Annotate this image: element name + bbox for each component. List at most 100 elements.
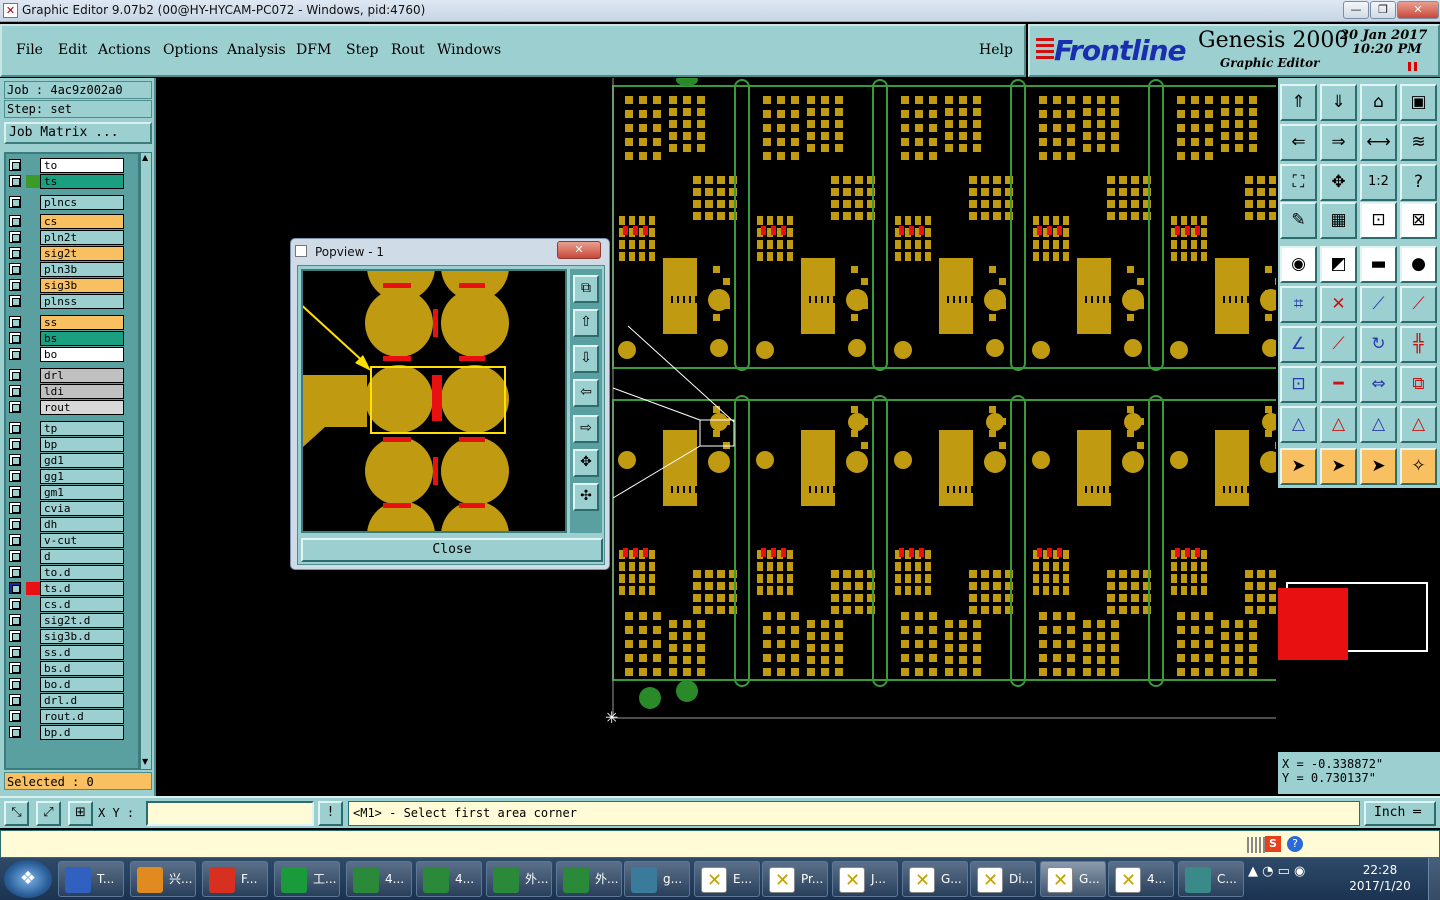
layer-color-swatch[interactable] bbox=[26, 598, 40, 611]
layer-checkbox[interactable] bbox=[9, 534, 21, 546]
layer-list-scrollbar[interactable]: ▲ ▼ bbox=[140, 152, 152, 770]
grid-tool-icon[interactable]: ▦ bbox=[1320, 202, 1357, 239]
triangle-icon[interactable]: △ bbox=[1280, 406, 1317, 443]
layer-name[interactable]: ss.d bbox=[40, 645, 124, 660]
layer-name[interactable]: sig2t.d bbox=[40, 613, 124, 628]
disconnect-icon[interactable]: ⊠ bbox=[1400, 202, 1437, 239]
layer-checkbox[interactable] bbox=[9, 438, 21, 450]
layer-color-swatch[interactable] bbox=[26, 316, 40, 329]
pad-icon[interactable]: ◉ bbox=[1280, 246, 1317, 283]
pan-left-tool-icon[interactable]: ⇐ bbox=[1280, 124, 1317, 161]
layer-row[interactable]: drl.d bbox=[6, 693, 138, 708]
taskbar-app-button[interactable]: G... bbox=[902, 861, 968, 898]
help-icon[interactable]: ? bbox=[1287, 836, 1303, 852]
menu-rout[interactable]: Rout bbox=[391, 42, 425, 58]
scale-icon[interactable]: 1:2 bbox=[1360, 164, 1397, 201]
layer-checkbox[interactable] bbox=[9, 247, 21, 259]
layer-checkbox[interactable] bbox=[9, 598, 21, 610]
taskbar-app-button[interactable]: G... bbox=[1040, 861, 1106, 898]
edit-icon[interactable]: ✎ bbox=[1280, 202, 1317, 239]
zoom-out-icon[interactable]: ✣ bbox=[573, 483, 599, 511]
menu-help[interactable]: Help bbox=[979, 42, 1013, 58]
layer-color-swatch[interactable] bbox=[26, 646, 40, 659]
layer-color-swatch[interactable] bbox=[26, 614, 40, 627]
layer-name[interactable]: bp.d bbox=[40, 725, 124, 740]
layer-color-swatch[interactable] bbox=[26, 486, 40, 499]
arch-icon[interactable]: △ bbox=[1360, 406, 1397, 443]
layer-row[interactable]: pln2t bbox=[6, 230, 138, 245]
layer-row[interactable]: bs.d bbox=[6, 661, 138, 676]
menu-file[interactable]: File bbox=[16, 42, 43, 58]
snap-icon[interactable]: ⊡ bbox=[1280, 366, 1317, 403]
taskbar-app-button[interactable]: 4... bbox=[416, 861, 482, 897]
taskbar-app-button[interactable]: T... bbox=[58, 861, 124, 897]
layer-name[interactable]: d bbox=[40, 549, 124, 564]
swap-icon[interactable]: ⟷ bbox=[1360, 124, 1397, 161]
layer-checkbox[interactable] bbox=[9, 678, 21, 690]
menu-edit[interactable]: Edit bbox=[58, 42, 87, 58]
view-down-icon[interactable]: ⇓ bbox=[1320, 84, 1357, 121]
layer-name[interactable]: rout bbox=[40, 400, 124, 415]
line-alt-icon[interactable]: ⟋ bbox=[1400, 286, 1437, 323]
layer-row[interactable]: dh bbox=[6, 517, 138, 532]
layer-row[interactable]: gg1 bbox=[6, 469, 138, 484]
layer-row[interactable]: rout.d bbox=[6, 709, 138, 724]
center-icon[interactable]: ✥ bbox=[1320, 164, 1357, 201]
angle-icon[interactable]: ∠ bbox=[1280, 326, 1317, 363]
layer-name[interactable]: cs bbox=[40, 214, 124, 229]
layer-row[interactable]: sig3b bbox=[6, 278, 138, 293]
layer-color-swatch[interactable] bbox=[26, 332, 40, 345]
layer-name[interactable]: pln2t bbox=[40, 230, 124, 245]
layer-color-swatch[interactable] bbox=[26, 710, 40, 723]
pan-down-icon[interactable]: ⇩ bbox=[573, 345, 599, 373]
layer-color-swatch[interactable] bbox=[26, 422, 40, 435]
layer-color-swatch[interactable] bbox=[26, 231, 40, 244]
zoom-area-icon[interactable]: ⤡ bbox=[4, 801, 29, 826]
layer-checkbox[interactable] bbox=[9, 454, 21, 466]
layer-row[interactable]: sig2t bbox=[6, 246, 138, 261]
triangle-alt-icon[interactable]: △ bbox=[1320, 406, 1357, 443]
home-icon[interactable]: ⌂ bbox=[1360, 84, 1397, 121]
taskbar-app-button[interactable]: 工... bbox=[274, 861, 340, 897]
rotate-icon[interactable]: ↻ bbox=[1360, 326, 1397, 363]
layer-row[interactable]: gm1 bbox=[6, 485, 138, 500]
layer-row[interactable]: to.d bbox=[6, 565, 138, 580]
fill-icon[interactable]: ◩ bbox=[1320, 246, 1357, 283]
layer-checkbox[interactable] bbox=[9, 196, 21, 208]
layer-name[interactable]: sig3b.d bbox=[40, 629, 124, 644]
layer-name[interactable]: gm1 bbox=[40, 485, 124, 500]
layer-color-swatch[interactable] bbox=[26, 175, 40, 188]
layer-row[interactable]: ss bbox=[6, 315, 138, 330]
layer-name[interactable]: drl.d bbox=[40, 693, 124, 708]
layer-row[interactable]: bo.d bbox=[6, 677, 138, 692]
close-window-button[interactable]: ✕ bbox=[1397, 1, 1439, 19]
pause-icon[interactable] bbox=[1408, 62, 1417, 71]
menu-dfm[interactable]: DFM bbox=[296, 42, 331, 58]
layer-color-swatch[interactable] bbox=[26, 694, 40, 707]
layer-row[interactable]: bs bbox=[6, 331, 138, 346]
layer-color-swatch[interactable] bbox=[26, 678, 40, 691]
menu-step[interactable]: Step bbox=[346, 42, 378, 58]
net-icon[interactable]: ⌗ bbox=[1280, 286, 1317, 323]
layer-checkbox[interactable] bbox=[9, 279, 21, 291]
layer-row[interactable]: rout bbox=[6, 400, 138, 415]
layer-color-swatch[interactable] bbox=[26, 454, 40, 467]
pan-right-tool-icon[interactable]: ⇒ bbox=[1320, 124, 1357, 161]
layer-name[interactable]: rout.d bbox=[40, 709, 124, 724]
lines-icon[interactable]: ≋ bbox=[1400, 124, 1437, 161]
warning-icon[interactable]: ! bbox=[318, 801, 343, 826]
dot-icon[interactable]: ● bbox=[1400, 246, 1437, 283]
copy-icon[interactable]: ⧉ bbox=[1400, 366, 1437, 403]
taskbar-app-button[interactable]: 外... bbox=[486, 861, 552, 897]
taskbar-app-button[interactable]: 外... bbox=[556, 861, 622, 897]
layer-row[interactable]: ts bbox=[6, 174, 138, 189]
layer-name[interactable]: ts bbox=[40, 174, 124, 189]
layer-checkbox[interactable] bbox=[9, 470, 21, 482]
layer-color-swatch[interactable] bbox=[26, 369, 40, 382]
layer-checkbox[interactable] bbox=[9, 263, 21, 275]
pointer-alt-icon[interactable]: ➤ bbox=[1320, 448, 1357, 485]
layer-color-swatch[interactable] bbox=[26, 348, 40, 361]
taskbar-app-button[interactable]: F... bbox=[202, 861, 268, 897]
maximize-button[interactable]: ❐ bbox=[1370, 1, 1396, 19]
taskbar-app-button[interactable]: g... bbox=[624, 861, 690, 897]
